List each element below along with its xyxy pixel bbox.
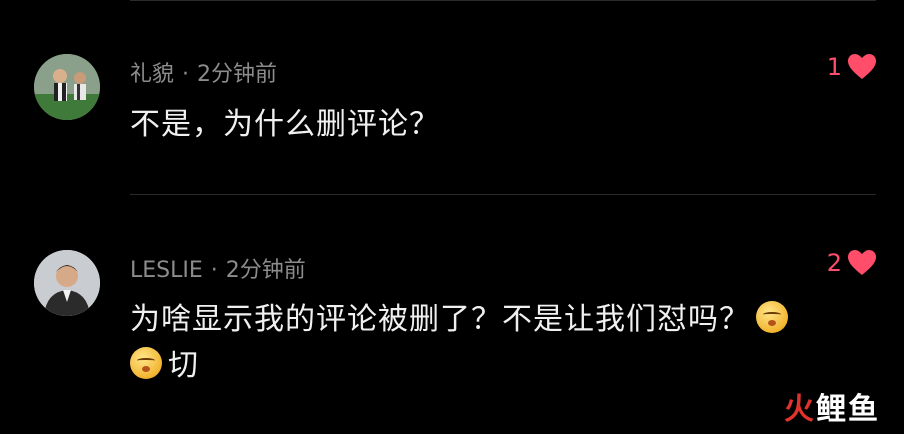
smirk-emoji-icon — [756, 301, 788, 333]
comment-text-line1: 为啥显示我的评论被删了？不是让我们怼吗？ — [130, 302, 750, 337]
avatar[interactable] — [34, 250, 100, 316]
heart-icon — [848, 54, 876, 79]
comment-text: 不是，为什么删评论？ — [130, 107, 440, 142]
meta-separator: · — [182, 62, 190, 87]
avatar[interactable] — [34, 54, 100, 120]
watermark-part2: 鲤鱼 — [816, 392, 880, 427]
watermark-logo: 火鲤鱼 — [784, 384, 880, 428]
comment-time: 2分钟前 — [225, 258, 306, 283]
like-button[interactable]: 1 — [827, 53, 876, 81]
watermark-part1: 火 — [784, 392, 816, 427]
like-button[interactable]: 2 — [827, 249, 876, 277]
smirk-emoji-icon — [130, 347, 162, 379]
heart-icon — [848, 250, 876, 275]
comment-time: 2分钟前 — [197, 62, 278, 87]
like-count: 2 — [826, 249, 842, 277]
top-divider — [130, 0, 876, 1]
author-name[interactable]: LESLIE — [130, 258, 203, 283]
meta-separator: · — [210, 258, 218, 283]
like-count: 1 — [826, 53, 842, 81]
comment-meta: LESLIE · 2分钟前 — [130, 252, 306, 284]
comment-text-line2: 切 — [168, 348, 199, 383]
comment-divider — [130, 194, 876, 195]
comment-meta: 礼貌 · 2分钟前 — [130, 56, 277, 88]
author-name[interactable]: 礼貌 — [130, 62, 174, 87]
comment-text: 为啥显示我的评论被删了？不是让我们怼吗？ 切 — [130, 297, 864, 389]
